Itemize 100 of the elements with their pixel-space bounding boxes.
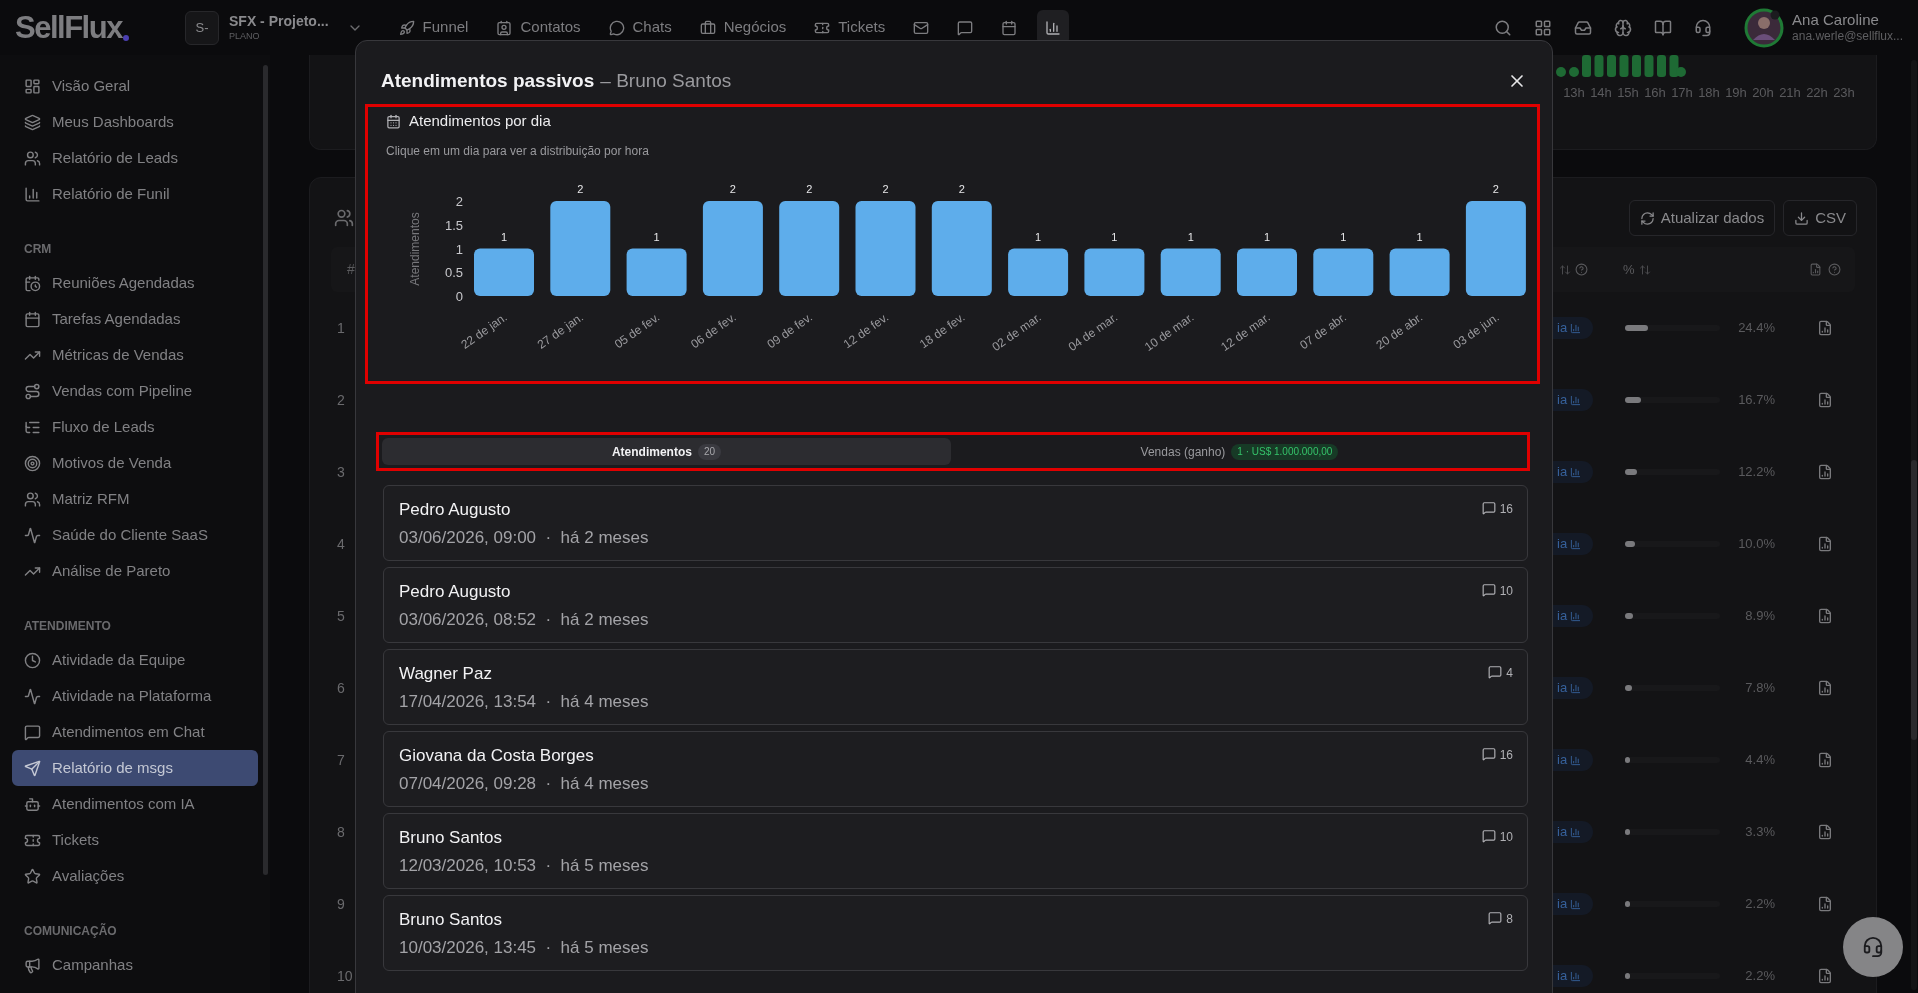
bar[interactable] [1160, 248, 1221, 296]
sidebar-item[interactable]: Meus Dashboards [12, 104, 258, 140]
conversation-card[interactable]: Bruno Santos 10/03/2026, 13:45 · há 5 meses 8 [383, 895, 1528, 971]
report-file-icon[interactable] [1817, 608, 1833, 624]
tag[interactable]: ia [1553, 533, 1593, 555]
workspace-name[interactable]: SFX - Projeto... [229, 13, 329, 31]
tag[interactable]: ia [1553, 893, 1593, 915]
sidebar-item[interactable]: Matriz RFM [12, 481, 258, 517]
sidebar-item[interactable]: Relatório de Funil [12, 176, 258, 212]
book-icon[interactable] [1654, 18, 1673, 37]
percentage: 4.4% [1744, 751, 1775, 770]
nav-link[interactable]: Negócios [691, 10, 795, 45]
tag[interactable]: ia [1553, 677, 1593, 699]
sidebar-item[interactable]: Atividade da Equipe [12, 642, 258, 678]
tag[interactable]: ia [1553, 317, 1593, 339]
tag[interactable]: ia [1553, 749, 1593, 771]
contact-name: Giovana da Costa Borges [399, 745, 595, 767]
workspace-plan: PLANO [229, 30, 261, 42]
tag[interactable]: ia [1553, 605, 1593, 627]
bar[interactable] [1237, 248, 1297, 296]
bar[interactable] [1313, 248, 1374, 296]
nav-link[interactable]: Chats [600, 10, 680, 45]
sidebar-item[interactable]: Métricas de Vendas [12, 337, 258, 373]
tab[interactable]: Vendas (ganho) 1 · US$ 1.000.000,00 [955, 438, 1524, 465]
bar[interactable] [1389, 248, 1450, 296]
search-icon[interactable] [1494, 18, 1513, 37]
sidebar-item[interactable]: Tickets [12, 822, 258, 858]
tag[interactable]: ia [1553, 389, 1593, 411]
conversation-card[interactable]: Pedro Augusto 03/06/2026, 09:00 · há 2 meses 16 [383, 485, 1528, 561]
conversation-date: 07/04/2026, 09:28 · há 4 meses [399, 773, 649, 795]
tag[interactable]: ia [1553, 461, 1593, 483]
sidebar-item[interactable]: Saúde do Cliente SaaS [12, 517, 258, 553]
bar[interactable] [931, 200, 992, 296]
axis-label: 12 de fev. [840, 309, 892, 351]
headset-icon[interactable] [1694, 18, 1713, 37]
sidebar-item[interactable]: Fluxo de Leads [12, 409, 258, 445]
conversation-card[interactable]: Bruno Santos 12/03/2026, 10:53 · há 5 meses 10 [383, 813, 1528, 889]
percentage: 3.3% [1744, 823, 1775, 842]
avatar[interactable] [1744, 7, 1785, 48]
sidebar-item[interactable]: Relatório de Leads [12, 140, 258, 176]
conversation-card[interactable]: Wagner Paz 17/04/2026, 13:54 · há 4 meses 4 [383, 649, 1528, 725]
report-file-icon[interactable] [1817, 320, 1833, 336]
report-file-icon[interactable] [1817, 824, 1833, 840]
bar[interactable] [1084, 248, 1145, 296]
percentage: 2.2% [1744, 967, 1775, 986]
bar[interactable] [626, 248, 687, 296]
sidebar-item[interactable]: Atendimentos em Chat [12, 714, 258, 750]
star-icon [24, 867, 41, 885]
axis-label: 07 de abr. [1297, 309, 1349, 352]
sidebar-item[interactable]: Campanhas [12, 947, 258, 983]
support-button[interactable] [1843, 917, 1903, 977]
sidebar-item[interactable]: Vendas com Pipeline [12, 373, 258, 409]
value-label: 1 [1035, 230, 1042, 242]
bar[interactable] [855, 200, 916, 296]
bar[interactable] [702, 200, 763, 296]
nav-link[interactable]: Funnel [390, 10, 477, 45]
report-file-icon[interactable] [1817, 536, 1833, 552]
tag[interactable]: ia [1553, 821, 1593, 843]
report-file-icon[interactable] [1817, 752, 1833, 768]
bar[interactable] [1008, 248, 1069, 296]
bar[interactable] [474, 248, 534, 296]
inbox-icon[interactable] [1574, 18, 1593, 37]
hour-label: 23h [1832, 84, 1856, 102]
bar-chart-icon [1570, 466, 1582, 478]
report-file-icon[interactable] [1817, 968, 1833, 984]
report-file-icon[interactable] [1817, 392, 1833, 408]
help-icon[interactable] [1828, 263, 1841, 276]
nav-link[interactable]: Contatos [488, 10, 589, 45]
nav-link[interactable]: Tickets [806, 10, 894, 45]
tab[interactable]: Atendimentos 20 [382, 438, 951, 465]
sidebar-item[interactable]: Análise de Pareto [12, 553, 258, 589]
sidebar-item[interactable]: Atividade na Plataforma [12, 678, 258, 714]
sidebar-item[interactable]: Visão Geral [12, 68, 258, 104]
conversation-date: 17/04/2026, 13:54 · há 4 meses [399, 691, 649, 713]
brain-icon[interactable] [1614, 18, 1633, 37]
report-file-icon[interactable] [1817, 464, 1833, 480]
sidebar-item[interactable]: Motivos de Venda [12, 445, 258, 481]
bar[interactable] [1465, 200, 1526, 296]
scrollbar[interactable] [1911, 60, 1917, 990]
report-file-icon[interactable] [1817, 680, 1833, 696]
bar[interactable] [779, 200, 840, 296]
download-csv-button[interactable]: CSV [1783, 200, 1857, 236]
refresh-button[interactable]: Atualizar dados [1628, 200, 1776, 236]
report-file-icon[interactable] [1817, 896, 1833, 912]
sidebar-item[interactable]: Reuniões Agendadas [12, 265, 258, 301]
tag[interactable]: ia [1553, 965, 1593, 987]
sidebar-item[interactable]: Relatório de msgs [12, 750, 258, 786]
sidebar-item[interactable]: Tarefas Agendadas [12, 301, 258, 337]
hour-label: 15h [1616, 84, 1640, 102]
sidebar-item[interactable]: Atendimentos com IA [12, 786, 258, 822]
scrollbar[interactable] [263, 65, 268, 875]
axis-label: 10 de mar. [1141, 309, 1197, 354]
workspace-avatar[interactable]: S- [185, 10, 219, 45]
bar-chart-icon [1570, 538, 1582, 550]
bar[interactable] [550, 200, 611, 296]
conversation-card[interactable]: Giovana da Costa Borges 07/04/2026, 09:28 · há 4 meses 16 [383, 731, 1528, 807]
grid-icon[interactable] [1534, 18, 1553, 37]
conversation-card[interactable]: Pedro Augusto 03/06/2026, 08:52 · há 2 meses 10 [383, 567, 1528, 643]
sidebar-item[interactable]: Avaliações [12, 858, 258, 894]
help-icon[interactable] [1575, 263, 1588, 276]
